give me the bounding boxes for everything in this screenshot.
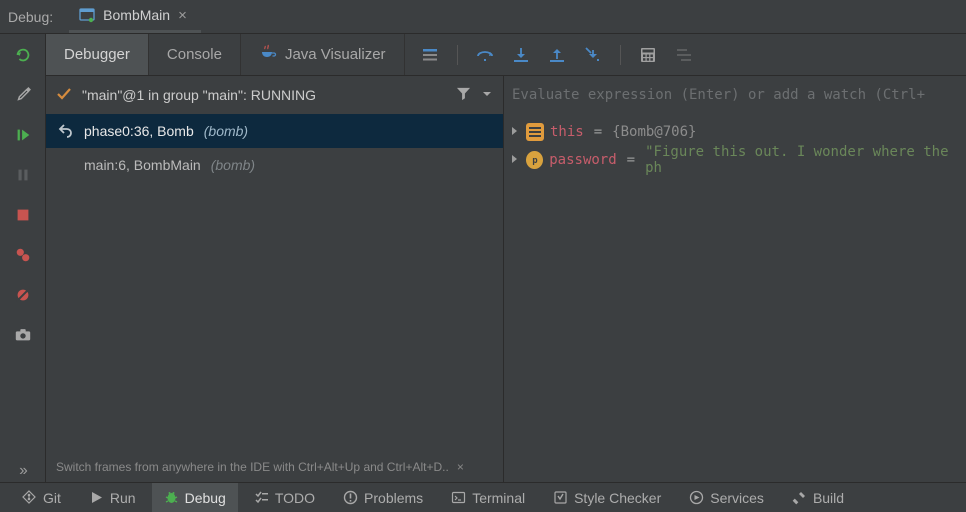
debug-label: Debug: [8, 9, 53, 25]
frame-text: phase0:36, Bomb [84, 123, 194, 139]
bottom-build-label: Build [813, 490, 844, 506]
variable-list: this = {Bomb@706} p password = "Figure t… [504, 114, 966, 482]
frame-row[interactable]: phase0:36, Bomb (bomb) [46, 114, 503, 148]
variable-row[interactable]: p password = "Figure this out. I wonder … [504, 146, 966, 174]
bottom-terminal-label: Terminal [472, 490, 525, 506]
tab-console[interactable]: Console [149, 34, 241, 75]
bottom-problems[interactable]: Problems [331, 483, 435, 512]
bottom-terminal[interactable]: Terminal [439, 483, 537, 512]
tab-debugger-label: Debugger [64, 46, 130, 63]
stop-icon[interactable] [12, 204, 34, 226]
tab-debugger[interactable]: Debugger [46, 34, 149, 75]
bottom-todo[interactable]: TODO [242, 483, 327, 512]
close-icon[interactable]: × [457, 460, 464, 474]
rerun-icon[interactable] [12, 44, 34, 66]
var-name: this [550, 124, 584, 140]
debug-gutter: ›› [0, 34, 46, 482]
primitive-badge-icon: p [526, 151, 543, 169]
separator [457, 45, 458, 65]
bottom-run[interactable]: Run [77, 483, 148, 512]
frames-pane: "main"@1 in group "main": RUNNING phase0… [46, 76, 504, 482]
var-name: password [549, 152, 616, 168]
show-execution-icon[interactable] [421, 46, 439, 64]
variables-pane: this = {Bomb@706} p password = "Figure t… [504, 76, 966, 482]
equals: = [594, 124, 602, 140]
java-icon [259, 44, 277, 66]
tab-visualizer[interactable]: Java Visualizer [241, 34, 405, 75]
bottom-todo-label: TODO [275, 490, 315, 506]
bottom-build[interactable]: Build [780, 483, 856, 512]
bottom-services-label: Services [710, 490, 764, 506]
equals: = [627, 152, 635, 168]
tab-visualizer-label: Java Visualizer [285, 46, 386, 63]
settings-icon[interactable] [12, 84, 34, 106]
bottom-debug-label: Debug [185, 490, 226, 506]
frame-row[interactable]: main:6, BombMain (bomb) [46, 148, 503, 182]
chevron-right-icon[interactable] [510, 152, 520, 168]
svg-text:p: p [532, 156, 538, 165]
trace-icon[interactable] [675, 46, 693, 64]
debug-header: Debug: BombMain × [0, 0, 966, 34]
pause-icon[interactable] [12, 164, 34, 186]
bottom-style-label: Style Checker [574, 490, 661, 506]
close-icon[interactable]: × [178, 7, 187, 24]
evaluate-field[interactable] [504, 76, 966, 114]
breakpoints-icon[interactable] [12, 244, 34, 266]
variable-row[interactable]: this = {Bomb@706} [504, 118, 966, 146]
chevron-down-icon[interactable] [481, 88, 493, 103]
bottom-bar: Git Run Debug TODO Problems Terminal Sty… [0, 482, 966, 512]
step-out-icon[interactable] [548, 46, 566, 64]
resume-icon[interactable] [12, 124, 34, 146]
chevron-right-icon[interactable] [510, 124, 520, 140]
frames-header: "main"@1 in group "main": RUNNING [46, 76, 503, 114]
evaluate-input[interactable] [512, 87, 958, 103]
tab-console-label: Console [167, 46, 222, 63]
drop-frame-icon[interactable] [58, 122, 74, 141]
step-into-icon[interactable] [512, 46, 530, 64]
application-icon [79, 7, 95, 23]
frame-pkg: (bomb) [211, 157, 255, 173]
hint-row: Switch frames from anywhere in the IDE w… [46, 452, 503, 482]
bottom-debug[interactable]: Debug [152, 483, 238, 512]
bottom-git[interactable]: Git [10, 483, 73, 512]
expand-icon[interactable]: ›› [12, 460, 34, 482]
object-badge-icon [526, 123, 544, 141]
check-icon [56, 86, 72, 105]
session-name: BombMain [103, 7, 170, 23]
bottom-services[interactable]: Services [677, 483, 776, 512]
frame-pkg: (bomb) [204, 123, 248, 139]
thread-title[interactable]: "main"@1 in group "main": RUNNING [82, 87, 446, 103]
evaluate-icon[interactable] [639, 46, 657, 64]
var-value: {Bomb@706} [612, 124, 696, 140]
session-tab[interactable]: BombMain × [69, 0, 201, 33]
separator [620, 45, 621, 65]
var-value: "Figure this out. I wonder where the ph [645, 144, 960, 176]
mute-breakpoints-icon[interactable] [12, 284, 34, 306]
hint-text: Switch frames from anywhere in the IDE w… [56, 460, 449, 474]
bottom-git-label: Git [43, 490, 61, 506]
run-to-cursor-icon[interactable] [584, 46, 602, 64]
frame-text: main:6, BombMain [84, 157, 201, 173]
debug-tabs: Debugger Console Java Visualizer [46, 34, 966, 76]
bottom-run-label: Run [110, 490, 136, 506]
bottom-problems-label: Problems [364, 490, 423, 506]
step-over-icon[interactable] [476, 46, 494, 64]
filter-icon[interactable] [456, 86, 471, 104]
camera-icon[interactable] [12, 324, 34, 346]
frame-list: phase0:36, Bomb (bomb) main:6, BombMain … [46, 114, 503, 452]
bottom-style[interactable]: Style Checker [541, 483, 673, 512]
